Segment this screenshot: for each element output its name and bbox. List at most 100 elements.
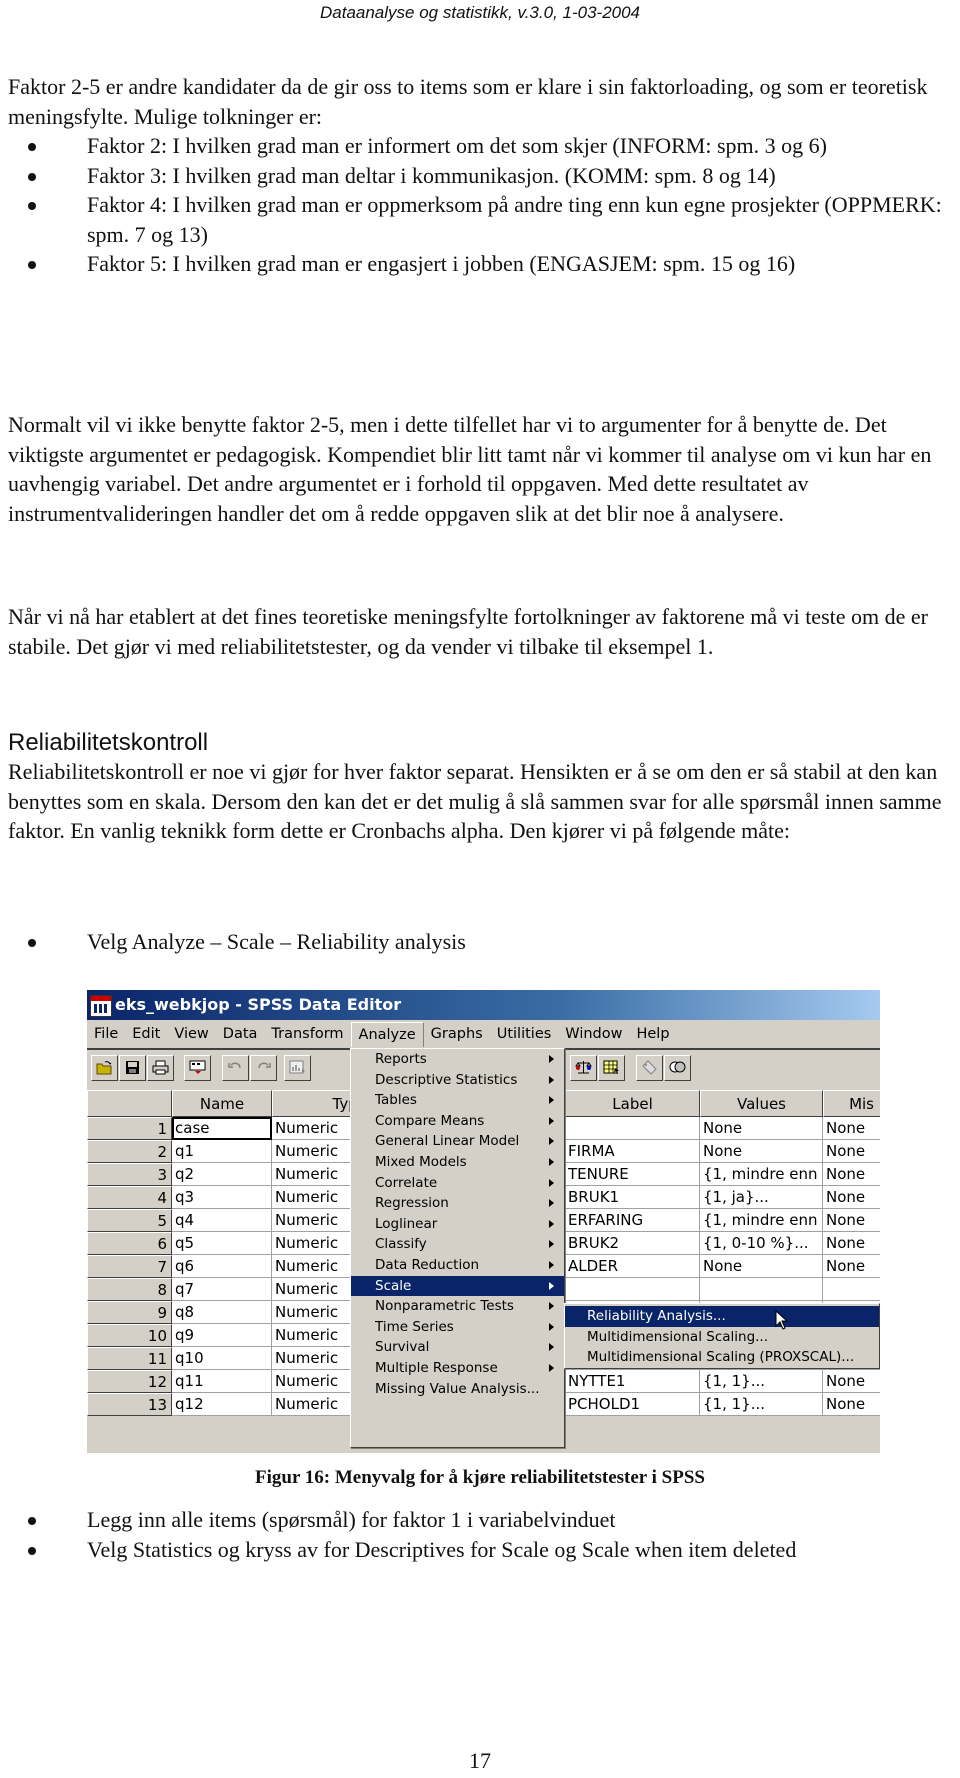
menu-transform[interactable]: Transform bbox=[264, 1022, 350, 1046]
cell-missing[interactable]: None bbox=[823, 1370, 880, 1393]
row-number[interactable]: 5 bbox=[87, 1209, 172, 1232]
menu-view[interactable]: View bbox=[167, 1022, 215, 1046]
cell-missing[interactable]: None bbox=[823, 1393, 880, 1416]
goto-chart-button[interactable] bbox=[284, 1055, 311, 1081]
menu-graphs[interactable]: Graphs bbox=[424, 1022, 490, 1046]
cell-values[interactable]: None bbox=[700, 1255, 823, 1278]
value-labels-button[interactable] bbox=[636, 1055, 663, 1081]
weight-cases-button[interactable] bbox=[570, 1055, 597, 1081]
cell-label[interactable]: FIRMA bbox=[565, 1140, 700, 1163]
row-number[interactable]: 1 bbox=[87, 1117, 172, 1140]
cell-label[interactable] bbox=[565, 1278, 700, 1301]
cell-name[interactable]: q5 bbox=[172, 1232, 272, 1255]
menu-item-descriptive-statistics[interactable]: Descriptive Statistics bbox=[351, 1070, 564, 1091]
cell-label[interactable]: BRUK1 bbox=[565, 1186, 700, 1209]
cell-label[interactable]: BRUK2 bbox=[565, 1232, 700, 1255]
use-sets-button[interactable] bbox=[664, 1055, 691, 1081]
menu-item-classify[interactable]: Classify bbox=[351, 1234, 564, 1255]
menu-item-tables[interactable]: Tables bbox=[351, 1090, 564, 1111]
menu-item-reports[interactable]: Reports bbox=[351, 1049, 564, 1070]
submenu-item-multidimensional-scaling[interactable]: Multidimensional Scaling... bbox=[565, 1327, 879, 1348]
cell-values[interactable]: {1, mindre enn bbox=[700, 1209, 823, 1232]
dialog-recall-button[interactable] bbox=[184, 1055, 211, 1081]
menu-window[interactable]: Window bbox=[558, 1022, 629, 1046]
column-header-label[interactable]: Label bbox=[565, 1090, 700, 1117]
cell-name[interactable]: q8 bbox=[172, 1301, 272, 1324]
menu-item-missing-value-analysis[interactable]: Missing Value Analysis... bbox=[351, 1379, 564, 1400]
cell-values[interactable]: {1, 0-10 %}... bbox=[700, 1232, 823, 1255]
cell-label[interactable]: NYTTE1 bbox=[565, 1370, 700, 1393]
cell-label[interactable]: ALDER bbox=[565, 1255, 700, 1278]
menu-item-loglinear[interactable]: Loglinear bbox=[351, 1214, 564, 1235]
menu-file[interactable]: File bbox=[87, 1022, 125, 1046]
column-header-name[interactable]: Name bbox=[172, 1090, 272, 1117]
submenu-item-multidimensional-scaling-proxscal[interactable]: Multidimensional Scaling (PROXSCAL)... bbox=[565, 1347, 879, 1368]
undo-button[interactable] bbox=[222, 1055, 249, 1081]
cell-name[interactable]: q11 bbox=[172, 1370, 272, 1393]
submenu-item-reliability-analysis[interactable]: Reliability Analysis... bbox=[565, 1306, 879, 1327]
row-number[interactable]: 11 bbox=[87, 1347, 172, 1370]
cell-values[interactable]: {1, 1}... bbox=[700, 1393, 823, 1416]
cell-name[interactable]: q4 bbox=[172, 1209, 272, 1232]
row-number[interactable]: 8 bbox=[87, 1278, 172, 1301]
row-number[interactable]: 13 bbox=[87, 1393, 172, 1416]
cell-label[interactable]: ERFARING bbox=[565, 1209, 700, 1232]
cell-missing[interactable]: None bbox=[823, 1140, 880, 1163]
row-number[interactable]: 3 bbox=[87, 1163, 172, 1186]
menu-item-survival[interactable]: Survival bbox=[351, 1337, 564, 1358]
menu-item-time-series[interactable]: Time Series bbox=[351, 1317, 564, 1338]
redo-button[interactable] bbox=[250, 1055, 277, 1081]
cell-values[interactable]: {1, mindre enn bbox=[700, 1163, 823, 1186]
cell-values[interactable]: {1, 1}... bbox=[700, 1370, 823, 1393]
menu-help[interactable]: Help bbox=[629, 1022, 676, 1046]
row-number[interactable]: 2 bbox=[87, 1140, 172, 1163]
split-file-button[interactable] bbox=[598, 1055, 625, 1081]
menu-item-multiple-response[interactable]: Multiple Response bbox=[351, 1358, 564, 1379]
row-number[interactable]: 12 bbox=[87, 1370, 172, 1393]
row-number[interactable]: 4 bbox=[87, 1186, 172, 1209]
menu-analyze[interactable]: Analyze bbox=[350, 1021, 424, 1047]
menu-item-data-reduction[interactable]: Data Reduction bbox=[351, 1255, 564, 1276]
print-button[interactable] bbox=[147, 1055, 174, 1081]
cell-missing[interactable]: None bbox=[823, 1186, 880, 1209]
cell-label[interactable]: PCHOLD1 bbox=[565, 1393, 700, 1416]
cell-name[interactable]: q3 bbox=[172, 1186, 272, 1209]
save-button[interactable] bbox=[119, 1055, 146, 1081]
cell-label[interactable]: TENURE bbox=[565, 1163, 700, 1186]
cell-name[interactable]: q6 bbox=[172, 1255, 272, 1278]
menu-item-correlate[interactable]: Correlate bbox=[351, 1173, 564, 1194]
cell-name[interactable]: case bbox=[172, 1117, 272, 1140]
menu-edit[interactable]: Edit bbox=[125, 1022, 167, 1046]
cell-name[interactable]: q7 bbox=[172, 1278, 272, 1301]
cell-name[interactable]: q9 bbox=[172, 1324, 272, 1347]
cell-name[interactable]: q2 bbox=[172, 1163, 272, 1186]
menu-data[interactable]: Data bbox=[216, 1022, 265, 1046]
cell-name[interactable]: q10 bbox=[172, 1347, 272, 1370]
row-number[interactable]: 7 bbox=[87, 1255, 172, 1278]
cell-missing[interactable]: None bbox=[823, 1232, 880, 1255]
open-button[interactable] bbox=[91, 1055, 118, 1081]
row-number[interactable]: 6 bbox=[87, 1232, 172, 1255]
menu-item-nonparametric-tests[interactable]: Nonparametric Tests bbox=[351, 1296, 564, 1317]
menu-item-general-linear-model[interactable]: General Linear Model bbox=[351, 1131, 564, 1152]
row-number[interactable]: 10 bbox=[87, 1324, 172, 1347]
column-header-missing[interactable]: Mis bbox=[823, 1090, 880, 1117]
menu-item-scale[interactable]: Scale bbox=[351, 1275, 564, 1297]
cell-values[interactable]: {1, ja}... bbox=[700, 1186, 823, 1209]
cell-missing[interactable] bbox=[823, 1278, 880, 1301]
menu-utilities[interactable]: Utilities bbox=[490, 1022, 559, 1046]
cell-label[interactable] bbox=[565, 1117, 700, 1140]
cell-missing[interactable]: None bbox=[823, 1117, 880, 1140]
cell-name[interactable]: q1 bbox=[172, 1140, 272, 1163]
cell-values[interactable]: None bbox=[700, 1117, 823, 1140]
cell-values[interactable]: None bbox=[700, 1140, 823, 1163]
column-header-values[interactable]: Values bbox=[700, 1090, 823, 1117]
row-number[interactable]: 9 bbox=[87, 1301, 172, 1324]
menu-item-compare-means[interactable]: Compare Means bbox=[351, 1111, 564, 1132]
cell-missing[interactable]: None bbox=[823, 1209, 880, 1232]
menu-item-regression[interactable]: Regression bbox=[351, 1193, 564, 1214]
cell-values[interactable] bbox=[700, 1278, 823, 1301]
menu-item-mixed-models[interactable]: Mixed Models bbox=[351, 1152, 564, 1173]
cell-name[interactable]: q12 bbox=[172, 1393, 272, 1416]
cell-missing[interactable]: None bbox=[823, 1163, 880, 1186]
